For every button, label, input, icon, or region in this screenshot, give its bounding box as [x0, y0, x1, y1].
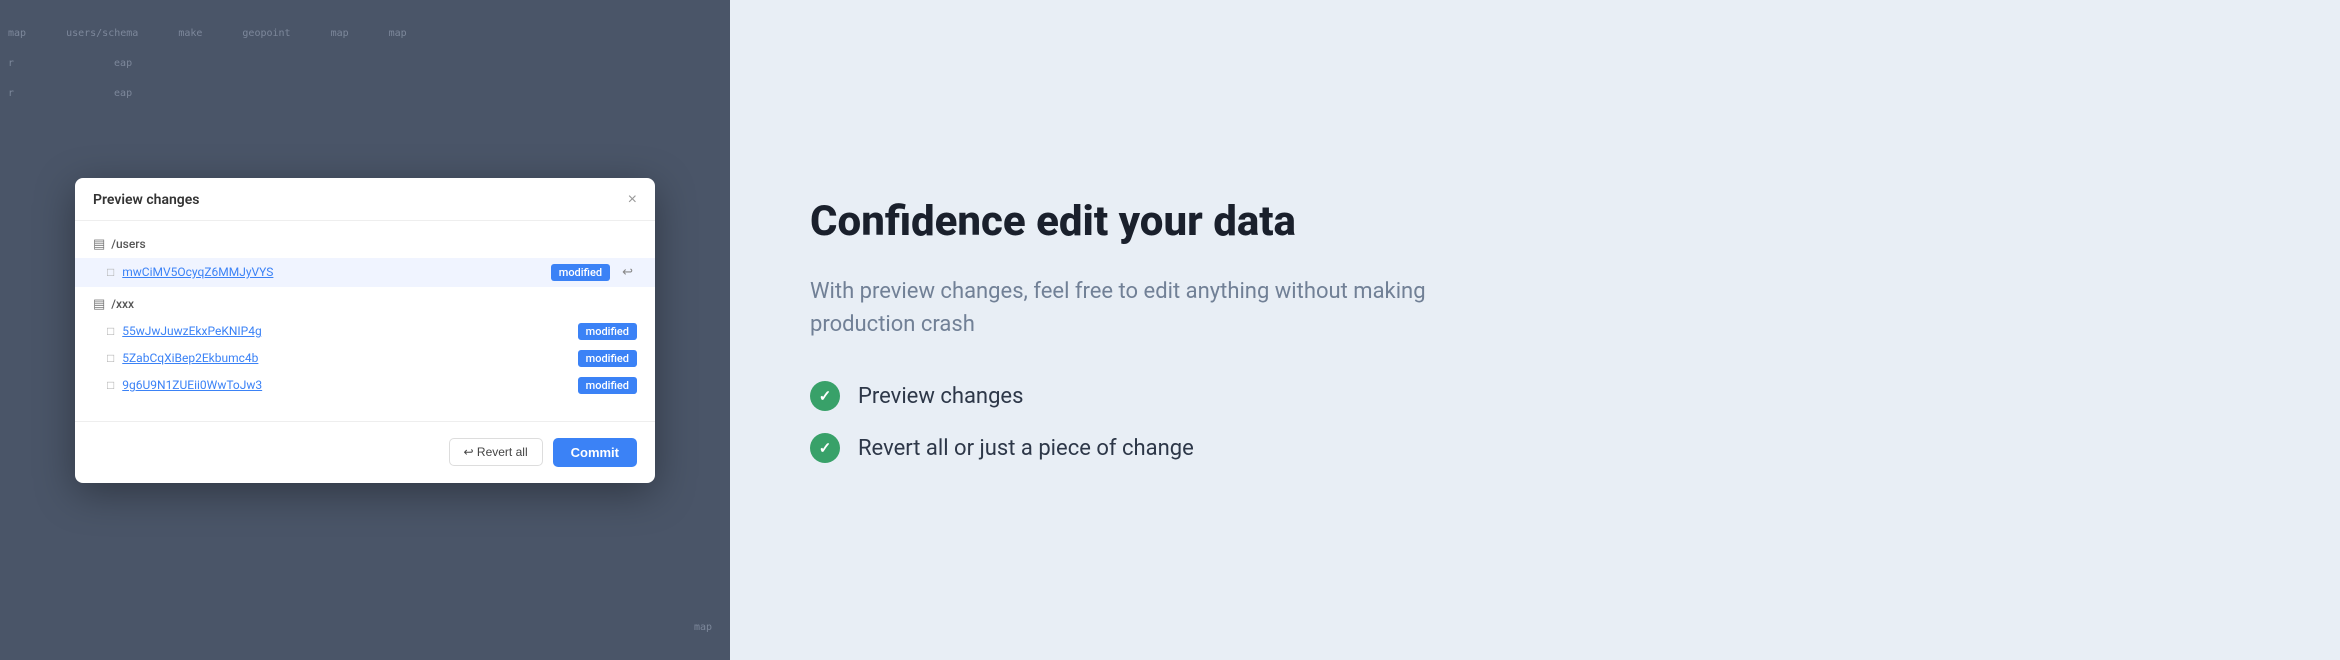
status-badge-4: modified — [578, 377, 637, 394]
group-header-xxx: ▤ /xxx — [75, 291, 655, 318]
page-description: With preview changes, feel free to edit … — [810, 275, 1510, 341]
left-panel: map users/schema make geopoint map map r… — [0, 0, 730, 660]
feature-label-1: Preview changes — [858, 384, 1023, 409]
modal-footer: ↩ Revert all Commit — [75, 421, 655, 483]
file-icon-3: □ — [107, 351, 114, 365]
file-row[interactable]: □ mwCiMV5OcyqZ6MMJyVYS modified ↩ — [75, 258, 655, 287]
file-row[interactable]: □ 5ZabCqXiBep2Ekbumc4b modified — [75, 345, 655, 372]
file-name-2[interactable]: 55wJwJuwzEkxPeKNIP4g — [122, 324, 569, 338]
page-headline: Confidence edit your data — [810, 197, 2260, 247]
group-name-xxx: /xxx — [111, 297, 134, 311]
file-name-3[interactable]: 5ZabCqXiBep2Ekbumc4b — [122, 351, 569, 365]
right-panel: Confidence edit your data With preview c… — [730, 137, 2340, 523]
feature-list: Preview changes Revert all or just a pie… — [810, 381, 2260, 463]
group-header-users: ▤ /users — [75, 231, 655, 258]
file-icon: □ — [107, 265, 114, 279]
feature-label-2: Revert all or just a piece of change — [858, 436, 1194, 461]
status-badge: modified — [551, 264, 610, 281]
commit-button[interactable]: Commit — [553, 438, 637, 467]
status-badge-3: modified — [578, 350, 637, 367]
file-row[interactable]: □ 55wJwJuwzEkxPeKNIP4g modified — [75, 318, 655, 345]
file-icon-4: □ — [107, 378, 114, 392]
revert-all-button[interactable]: ↩ Revert all — [449, 438, 543, 466]
group-name-users: /users — [111, 237, 145, 251]
modal-body: ▤ /users □ mwCiMV5OcyqZ6MMJyVYS modified… — [75, 221, 655, 413]
file-group-users: ▤ /users □ mwCiMV5OcyqZ6MMJyVYS modified… — [75, 231, 655, 287]
feature-item-1: Preview changes — [810, 381, 2260, 411]
folder-icon: ▤ — [93, 237, 105, 252]
file-icon-2: □ — [107, 324, 114, 338]
status-badge-2: modified — [578, 323, 637, 340]
file-name[interactable]: mwCiMV5OcyqZ6MMJyVYS — [122, 265, 542, 279]
check-icon-2 — [810, 433, 840, 463]
file-row[interactable]: □ 9g6U9N1ZUEii0WwToJw3 modified — [75, 372, 655, 399]
modal-close-button[interactable]: × — [628, 192, 637, 208]
modal-title: Preview changes — [93, 192, 199, 208]
file-name-4[interactable]: 9g6U9N1ZUEii0WwToJw3 — [122, 378, 569, 392]
check-icon-1 — [810, 381, 840, 411]
modal-header: Preview changes × — [75, 178, 655, 221]
folder-icon-2: ▤ — [93, 297, 105, 312]
feature-item-2: Revert all or just a piece of change — [810, 433, 2260, 463]
preview-changes-modal: Preview changes × ▤ /users □ mwCiMV5Ocyq… — [75, 178, 655, 483]
file-group-xxx: ▤ /xxx □ 55wJwJuwzEkxPeKNIP4g modified □… — [75, 291, 655, 399]
revert-single-icon[interactable]: ↩ — [618, 263, 637, 282]
